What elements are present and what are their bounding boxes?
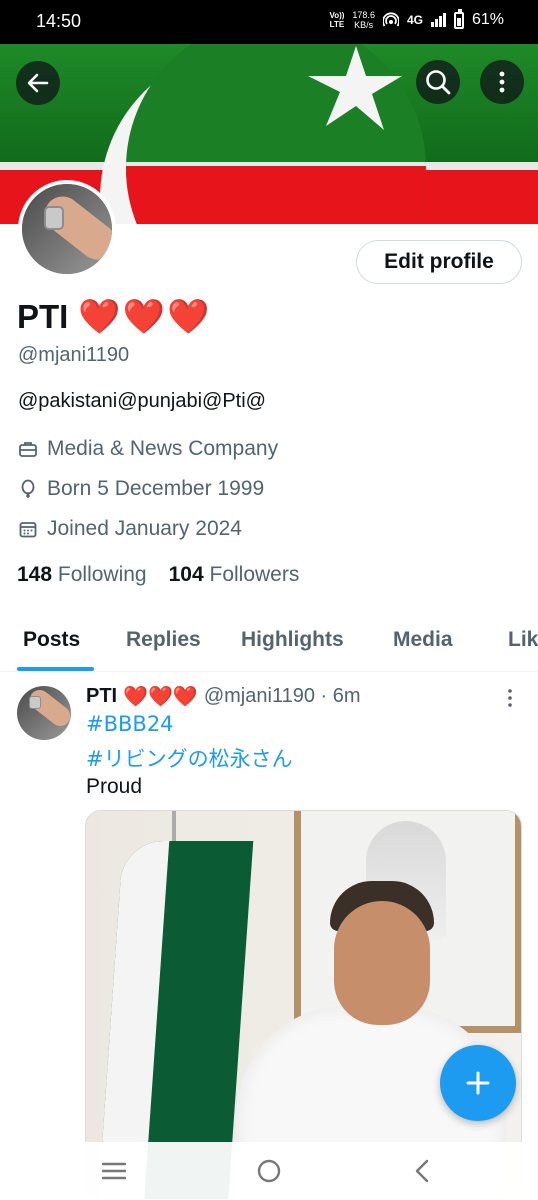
post-text: Proud [86, 775, 143, 798]
chevron-left-icon[interactable] [408, 1156, 438, 1186]
post-header: PTI ❤️❤️❤️ @mjani1190 · 6m [86, 684, 361, 708]
search-icon [426, 70, 451, 95]
following-link[interactable]: 148 Following [17, 563, 147, 587]
more-options-button[interactable] [480, 60, 524, 104]
plus-icon [466, 1071, 490, 1095]
profile-born: Born 5 December 1999 [18, 477, 264, 501]
speed-unit: KB/s [354, 20, 374, 30]
balloon-icon [21, 479, 35, 498]
profile-tabs: Posts Replies Highlights Media Lik [0, 618, 538, 672]
star-shape [308, 46, 402, 130]
profile-bio: @pakistani@punjabi@Pti@ [18, 390, 266, 412]
home-circle-icon[interactable] [254, 1156, 284, 1186]
post-author-name[interactable]: PTI [86, 685, 117, 708]
search-button[interactable] [416, 60, 460, 104]
status-icons: Vo)) LTE 178.6 KB/s 4G 61% [329, 8, 504, 30]
followers-count: 104 [168, 563, 204, 586]
followers-link[interactable]: 104 Followers [169, 563, 300, 587]
post-more-icon[interactable] [504, 688, 516, 708]
born-label: Born 5 December 1999 [47, 477, 265, 500]
profile-handle: @mjani1190 [18, 344, 130, 366]
followers-label: Followers [209, 563, 300, 586]
signal-icon [430, 13, 446, 27]
status-time: 14:50 [36, 11, 82, 31]
active-tab-indicator [17, 667, 94, 671]
volte-top: Vo)) [329, 11, 345, 20]
back-button[interactable] [16, 61, 60, 105]
profile-category: Media & News Company [18, 437, 278, 461]
three-lines-icon[interactable] [99, 1156, 129, 1186]
tab-replies[interactable]: Replies [126, 628, 201, 652]
edit-profile-button[interactable]: Edit profile [356, 240, 522, 284]
volte-indicator: Vo)) LTE [329, 11, 344, 29]
post-avatar[interactable] [17, 686, 71, 740]
tab-likes[interactable]: Lik [508, 628, 538, 652]
status-bar: 14:50 Vo)) LTE 178.6 KB/s 4G 61% [0, 0, 538, 44]
following-label: Following [57, 563, 147, 586]
system-nav-bar [0, 1142, 538, 1200]
post-author-emoji: ❤️❤️❤️ [123, 684, 198, 708]
network-speed: 178.6 KB/s [352, 10, 375, 30]
profile-joined: Joined January 2024 [18, 517, 242, 541]
battery-icon [453, 8, 464, 29]
profile-name: PTI [17, 298, 69, 335]
profile-name-row: PTI ❤️❤️❤️ [17, 297, 211, 337]
post-hashtag-2[interactable]: #リビングの松永さん [86, 743, 293, 773]
briefcase-icon [19, 442, 37, 457]
profile-name-emoji: ❤️❤️❤️ [78, 297, 212, 337]
compose-button[interactable] [440, 1045, 516, 1121]
vertical-dots-icon [499, 71, 505, 93]
tab-highlights[interactable]: Highlights [241, 628, 344, 652]
volte-bottom: LTE [329, 20, 345, 29]
tab-posts[interactable]: Posts [23, 628, 80, 652]
profile-avatar[interactable] [18, 180, 116, 278]
calendar-icon [19, 522, 37, 538]
following-count: 148 [17, 563, 53, 586]
follow-stats: 148 Following 104 Followers [17, 563, 299, 587]
arrow-left-icon [27, 73, 49, 93]
tab-media[interactable]: Media [393, 628, 453, 652]
hotspot-icon [382, 12, 399, 27]
category-label: Media & News Company [47, 437, 279, 460]
post-hashtag-1[interactable]: #BBB24 [86, 712, 174, 736]
network-type: 4G [406, 13, 423, 27]
joined-label: Joined January 2024 [47, 517, 242, 540]
battery-percent: 61% [471, 11, 504, 28]
speed-value: 178.6 [352, 10, 375, 20]
post-handle-time: @mjani1190 · 6m [203, 684, 361, 707]
